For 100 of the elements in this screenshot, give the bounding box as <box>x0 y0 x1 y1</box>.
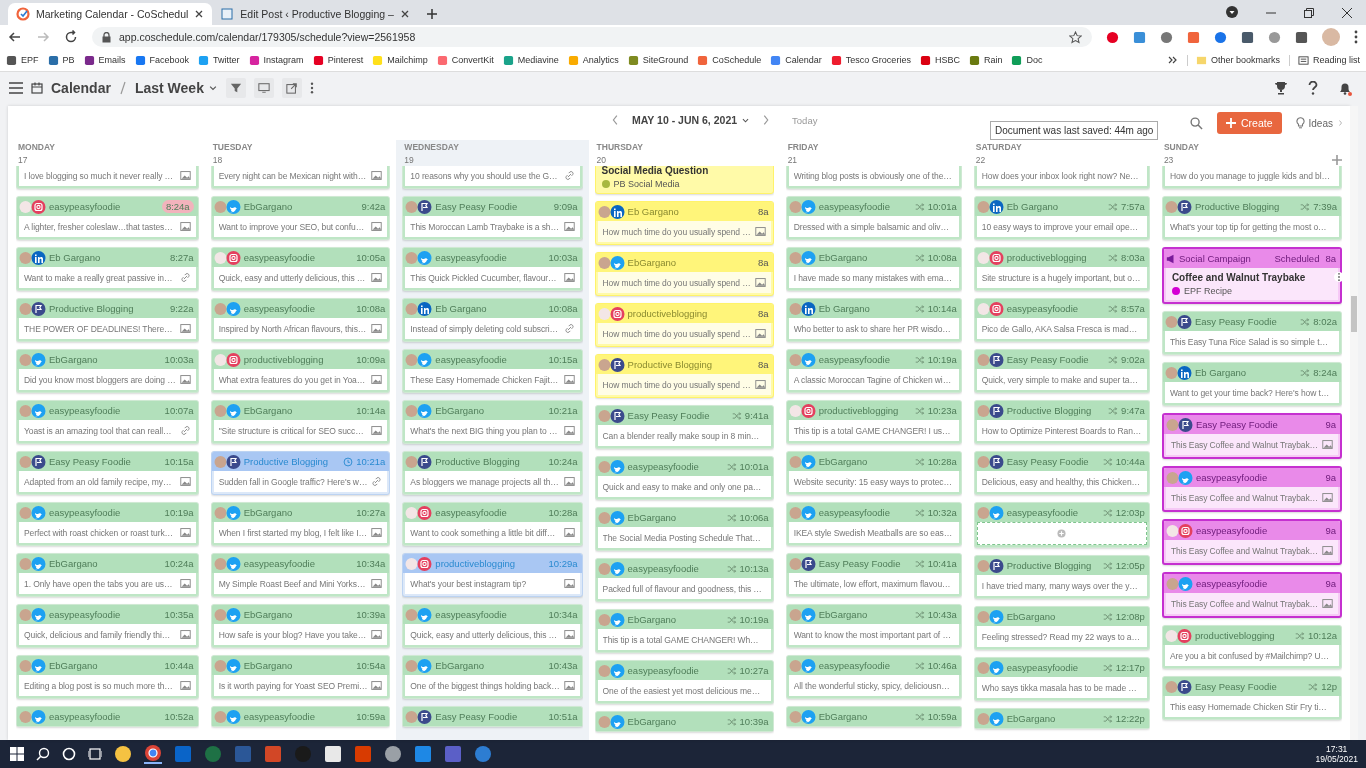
post-card[interactable]: Eb Gargano 10:14a Who better to ask to share her PR wisdo… <box>785 298 962 342</box>
reload-icon[interactable] <box>64 30 78 44</box>
post-card[interactable]: Eb Gargano 8:24a Want to get your time back? Here's how t… <box>1161 362 1342 406</box>
bookmark[interactable]: Twitter <box>198 54 240 66</box>
post-card[interactable]: EbGargano 12:08p Feeling stressed? Read my 22 ways to a… <box>973 606 1150 650</box>
new-tab-icon[interactable] <box>425 8 438 20</box>
extension-icon[interactable] <box>1295 30 1308 44</box>
post-card[interactable]: productiveblogging 10:29a What's your best instagram tip? <box>402 553 583 597</box>
post-card[interactable]: How do you manage to juggle kids and bl… <box>1161 166 1342 189</box>
post-card[interactable]: Eb Gargano 8:27a Want to make a really great passive in… <box>16 247 199 291</box>
campaign-card[interactable]: Social Media Question PB Social Media <box>594 166 774 194</box>
address-field[interactable]: app.coschedule.com/calendar/179305/schedule?view=2561958 <box>92 27 1092 47</box>
post-card[interactable]: Easy Peasy Foodie 9a This Easy Coffee and Walnut Traybak… <box>1161 413 1342 459</box>
post-card[interactable]: EbGargano 9:42a Want to improve your SEO, but confu… <box>210 196 391 240</box>
post-card[interactable]: easypeasyfoodie 10:19a Perfect with roast chicken or roast turk… <box>16 502 199 546</box>
bookmark[interactable]: Facebook <box>134 54 190 66</box>
post-card[interactable]: Writing blog posts is obviously one of the… <box>785 166 962 189</box>
restore-icon[interactable] <box>1304 8 1314 18</box>
post-card[interactable]: EbGargano 10:43a One of the biggest things holding back… <box>402 655 583 699</box>
bookmark[interactable]: SiteGround <box>627 54 689 66</box>
back-icon[interactable] <box>8 30 22 44</box>
post-card[interactable]: easypeasyfoodie 10:08a Inspired by North African flavours, this… <box>210 298 391 342</box>
post-card[interactable]: productiveblogging 8:03a Site structure is a hugely important, but o… <box>973 247 1150 291</box>
post-card[interactable]: Easy Peasy Foodie 12p This easy Homemade Chicken Stir Fry ti… <box>1161 676 1342 720</box>
more-icon[interactable] <box>1354 30 1358 44</box>
create-button[interactable]: Create <box>1217 112 1282 134</box>
post-card[interactable]: easypeasyfoodie 10:01a Dressed with a simple balsamic and oliv… <box>785 196 962 240</box>
bookmark[interactable]: HSBC <box>919 54 960 66</box>
filter-button[interactable] <box>225 78 246 98</box>
more-icon[interactable] <box>1167 55 1178 65</box>
post-card[interactable]: easypeasyfoodie 10:15a These Easy Homemade Chicken Fajit… <box>402 349 583 393</box>
post-card[interactable]: How does your inbox look right now? Ne… <box>973 166 1150 189</box>
post-card[interactable]: easypeasyfoodie 9a This Easy Coffee and Walnut Traybak… <box>1161 466 1342 512</box>
app-icon[interactable] <box>384 745 402 763</box>
post-card[interactable]: easypeasyfoodie 10:34a My Simple Roast Beef and Mini Yorks… <box>210 553 391 597</box>
post-card[interactable]: easypeasyfoodie 10:52a <box>16 706 199 727</box>
bookmark[interactable]: EPF <box>6 54 39 66</box>
post-card[interactable]: Easy Peasy Foodie 10:44a Delicious, easy and healthy, this Chicken… <box>973 451 1150 495</box>
bookmark[interactable]: PB <box>47 54 75 66</box>
app-icon[interactable] <box>114 745 132 763</box>
post-card[interactable]: easypeasyfoodie 10:07a Yoast is an amazing tool that can reall… <box>16 400 199 444</box>
bookmark[interactable]: Mediavine <box>502 54 559 66</box>
post-card[interactable]: easypeasyfoodie 9a This Easy Coffee and Walnut Traybak… <box>1161 519 1342 565</box>
post-card[interactable]: easypeasyfoodie 10:46a All the wonderful sticky, spicy, deliciousn… <box>785 655 962 699</box>
post-card[interactable]: easypeasyfoodie 10:19a A classic Moroccan Tagine of Chicken wi… <box>785 349 962 393</box>
bookmark[interactable]: Calendar <box>770 54 822 66</box>
post-card[interactable]: easypeasyfoodie 10:34a Quick, easy and utterly delicious, this … <box>402 604 583 648</box>
task-view-icon[interactable] <box>88 747 102 761</box>
post-card[interactable]: Easy Peasy Foodie 10:51a <box>402 706 583 727</box>
bookmark[interactable]: Instagram <box>248 54 304 66</box>
post-card[interactable]: easypeasyfoodie 10:32a IKEA style Swedish Meatballs are so eas… <box>785 502 962 546</box>
post-card[interactable]: Eb Gargano 8a How much time do you usually spend … <box>594 201 774 245</box>
post-card[interactable]: productiveblogging 10:12a Are you a bit confused by #Mailchimp? U… <box>1161 625 1342 669</box>
post-card[interactable]: 10 reasons why you should use the G… <box>402 166 583 189</box>
post-card[interactable]: Eb Gargano 7:57a 10 easy ways to improve your email ope… <box>973 196 1150 240</box>
post-card[interactable]: Easy Peasy Foodie 9:09a This Moroccan Lamb Traybake is a sh… <box>402 196 583 240</box>
post-card[interactable]: easypeasyfoodie 10:05a Quick, easy and utterly delicious, this … <box>210 247 391 291</box>
close-icon[interactable] <box>399 9 410 19</box>
post-card[interactable]: EbGargano 10:44a Editing a blog post is so much more th… <box>16 655 199 699</box>
bookmark[interactable]: Other bookmarks <box>1186 54 1280 66</box>
post-card[interactable]: EbGargano 10:27a When I first started my blog, I felt like I… <box>210 502 391 546</box>
bookmark[interactable]: Tesco Groceries <box>830 54 911 66</box>
post-card[interactable]: easypeasyfoodie 8:24a A lighter, fresher coleslaw…that tastes… <box>16 196 199 240</box>
post-card[interactable]: EbGargano 8a How much time do you usually spend … <box>594 252 774 296</box>
circle-icon[interactable] <box>62 747 76 761</box>
post-card[interactable]: productiveblogging 10:09a What extra features do you get in Yoa… <box>210 349 391 393</box>
app-icon[interactable] <box>324 745 342 763</box>
post-card[interactable]: easypeasyfoodie 10:27a One of the easiest yet most delicious me… <box>594 660 774 704</box>
share-button[interactable] <box>281 78 302 98</box>
bookmark[interactable]: Analytics <box>567 54 619 66</box>
bookmark[interactable]: Rain <box>968 54 1003 66</box>
more-icon[interactable] <box>1334 270 1342 284</box>
extension-icon[interactable] <box>1214 30 1227 44</box>
close-icon[interactable] <box>1342 8 1352 18</box>
more-icon[interactable] <box>309 82 314 94</box>
close-icon[interactable] <box>194 9 205 19</box>
post-card[interactable]: easypeasyfoodie 10:59a <box>210 706 391 727</box>
post-card[interactable]: easypeasyfoodie 10:03a This Quick Pickled Cucumber, flavour… <box>402 247 583 291</box>
post-card[interactable]: EbGargano 10:59a <box>785 706 962 727</box>
post-card[interactable]: EbGargano 10:54a Is it worth paying for Yoast SEO Premi… <box>210 655 391 699</box>
post-card[interactable]: EbGargano 10:19a This tip is a total GAME CHANGER! Wh… <box>594 609 774 653</box>
bookmark[interactable]: CoSchedule <box>697 54 762 66</box>
app-icon[interactable] <box>144 744 162 764</box>
view-dropdown[interactable]: Last Week <box>134 80 218 96</box>
post-card[interactable]: I love blogging so much it never really … <box>16 166 199 189</box>
post-card[interactable]: Easy Peasy Foodie 10:15a Adapted from an old family recipe, my… <box>16 451 199 495</box>
post-card[interactable]: easypeasyfoodie 10:35a Quick, delicious and family friendly thi… <box>16 604 199 648</box>
extension-icon[interactable] <box>1133 30 1146 44</box>
post-card[interactable]: Productive Blogging 9:47a How to Optimize Pinterest Boards to Ran… <box>973 400 1150 444</box>
post-card[interactable]: EbGargano 10:14a "Site structure is critical for SEO succ… <box>210 400 391 444</box>
ideas-button[interactable]: Ideas <box>1295 117 1344 129</box>
post-card[interactable]: easypeasyfoodie 10:28a Want to cook something a little bit diff… <box>402 502 583 546</box>
post-card[interactable]: EbGargano 10:39a How safe is your blog? Have you take… <box>210 604 391 648</box>
date-range-picker[interactable]: MAY 10 - JUN 6, 2021 <box>632 114 751 126</box>
monitor-button[interactable] <box>253 78 274 98</box>
post-card[interactable]: Easy Peasy Foodie 9:41a Can a blender really make soup in 8 min… <box>594 405 774 449</box>
post-card[interactable]: easypeasyfoodie 10:01a Quick and easy to make and only one pa… <box>594 456 774 500</box>
post-card[interactable]: Productive Blogging 8a How much time do you usually spend … <box>594 354 774 398</box>
extension-icon[interactable] <box>1241 30 1254 44</box>
post-card[interactable]: easypeasyfoodie 9a This Easy Coffee and Walnut Traybak… <box>1161 572 1342 618</box>
